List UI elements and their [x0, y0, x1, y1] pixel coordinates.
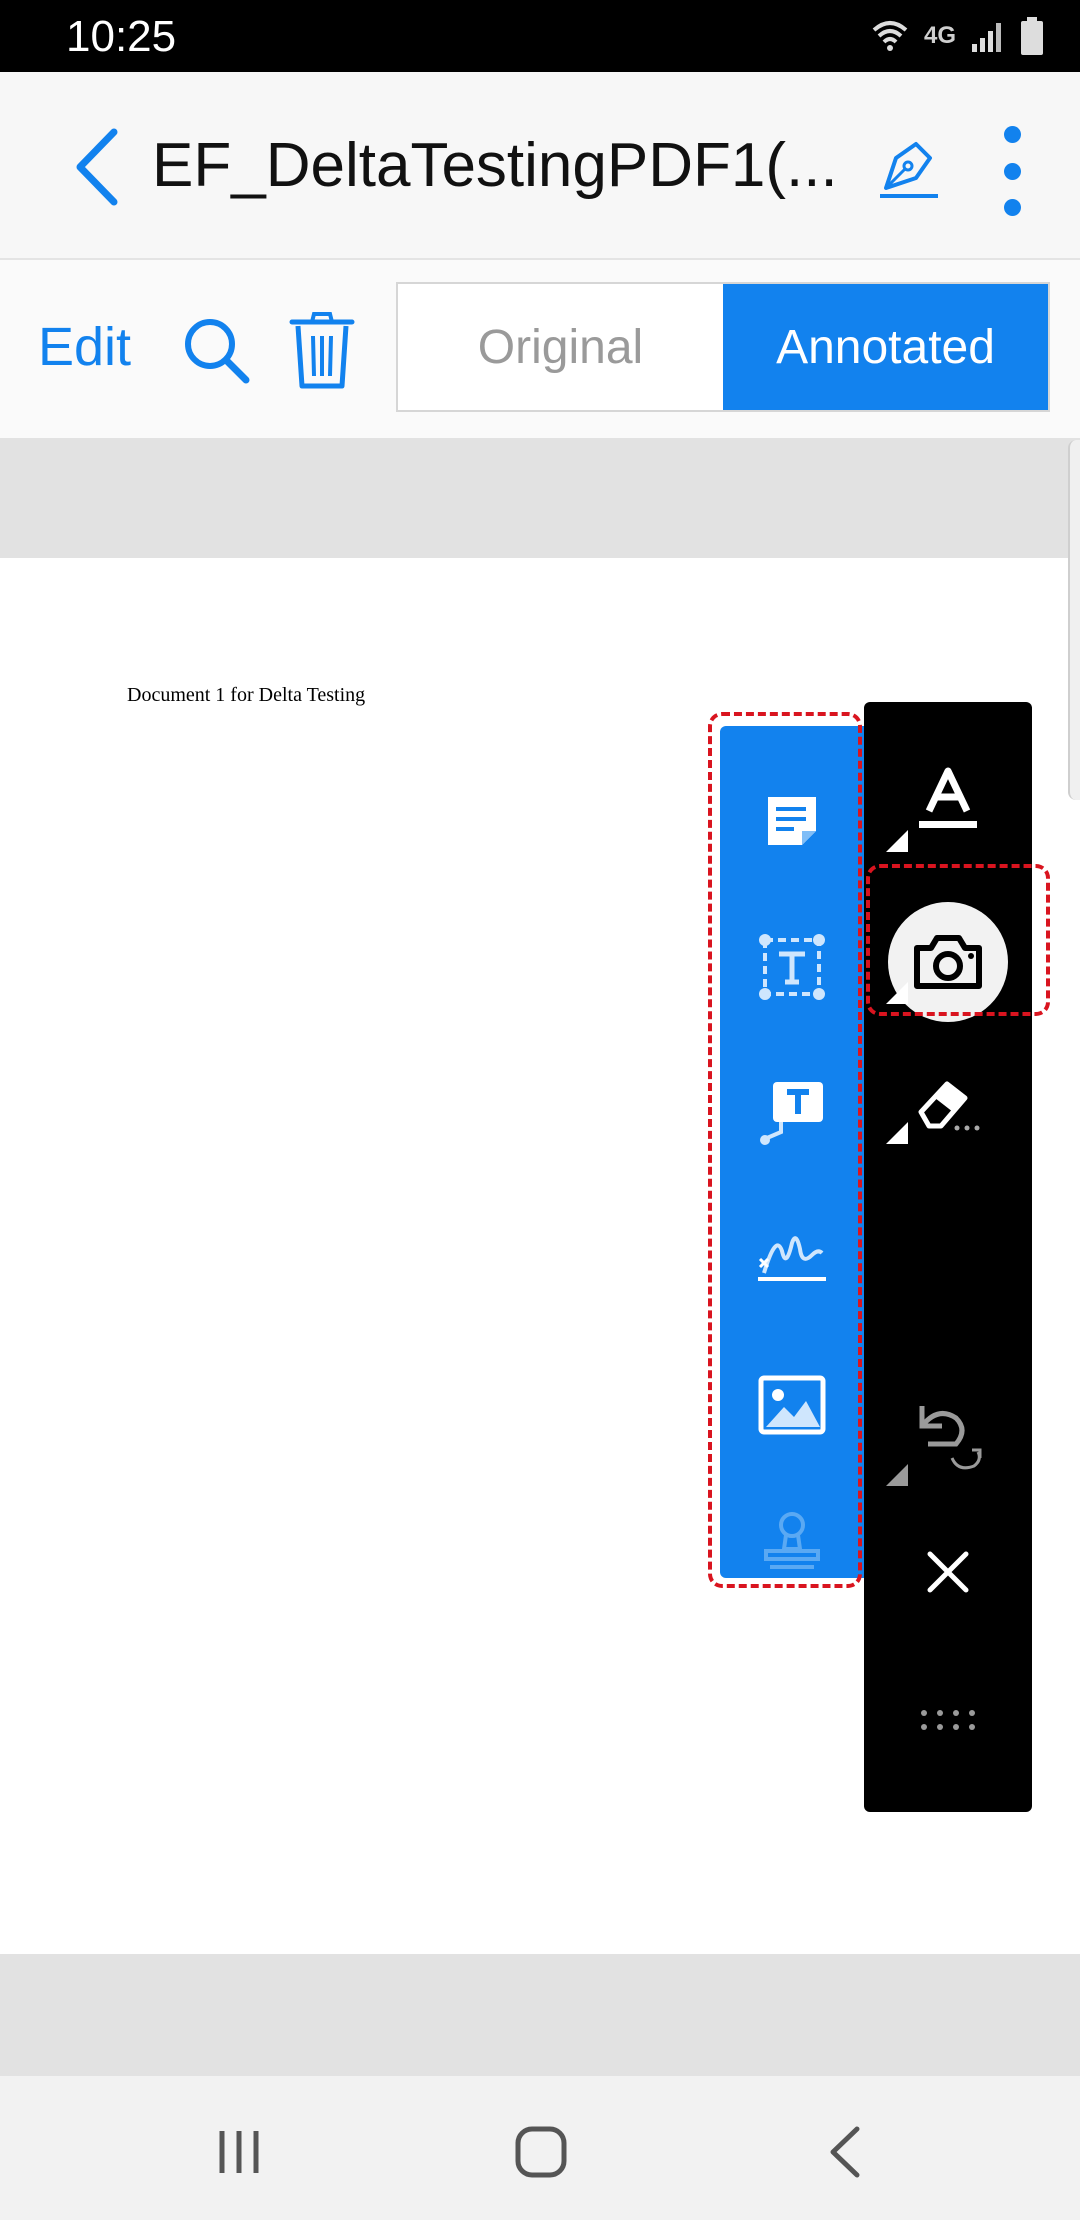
trash-icon — [289, 312, 355, 389]
page-gap-bottom — [0, 1954, 1080, 2076]
document-text: Document 1 for Delta Testing — [127, 684, 366, 706]
more-vertical-icon — [1003, 126, 1021, 143]
status-time: 10:25 — [66, 12, 177, 61]
drag-handle-icon — [921, 1710, 975, 1730]
segment-annotated[interactable]: Annotated — [723, 284, 1048, 410]
scrollbar-handle[interactable] — [1068, 440, 1080, 800]
close-tool[interactable] — [864, 1512, 1032, 1632]
annotation-tools-highlight — [708, 712, 862, 1588]
more-dot — [1003, 162, 1021, 180]
back-icon — [830, 2126, 860, 2178]
app-bar: EF_DeltaTestingPDF1(... — [0, 72, 1080, 260]
nav-back-button[interactable] — [800, 2112, 890, 2192]
more-options-button[interactable] — [990, 126, 1034, 216]
search-icon — [185, 319, 250, 384]
home-button[interactable] — [496, 2112, 586, 2192]
back-button[interactable] — [62, 122, 132, 212]
wifi-icon — [872, 21, 908, 51]
screen: 10:25 4G EF_DeltaTestingPDF1(... Edit Or… — [0, 0, 1080, 2220]
submenu-indicator — [886, 830, 908, 852]
sign-button[interactable] — [868, 126, 948, 206]
toolbar: Edit Original Annotated — [0, 260, 1080, 440]
battery-icon — [1021, 17, 1043, 55]
system-nav-bar — [0, 2076, 1080, 2220]
submenu-indicator — [886, 1464, 908, 1486]
page-gap-top — [0, 440, 1080, 558]
status-bar: 10:25 4G — [0, 0, 1080, 72]
network-type-label: 4G — [923, 22, 956, 49]
document-title: EF_DeltaTestingPDF1(... — [152, 131, 832, 200]
drag-handle[interactable] — [864, 1660, 1032, 1780]
undo-redo-icon — [919, 1406, 982, 1470]
more-dot — [1003, 199, 1021, 216]
edit-button[interactable]: Edit — [38, 314, 131, 380]
home-icon — [515, 2126, 567, 2178]
chevron-left-icon — [76, 128, 118, 206]
fountain-pen-icon — [880, 142, 938, 198]
submenu-indicator — [886, 1122, 908, 1144]
recent-apps-button[interactable] — [194, 2112, 284, 2192]
eraser-tool[interactable] — [864, 1044, 1032, 1164]
close-icon — [927, 1551, 969, 1593]
search-button[interactable] — [180, 314, 252, 386]
camera-tool-highlight — [866, 864, 1050, 1016]
view-mode-segmented-control: Original Annotated — [396, 282, 1050, 412]
status-icons: 4G — [870, 14, 1044, 58]
text-style-icon — [919, 767, 977, 828]
signal-icon — [972, 23, 1001, 52]
recent-apps-icon — [219, 2131, 259, 2173]
delete-button[interactable] — [288, 310, 356, 390]
eraser-icon — [918, 1081, 980, 1131]
segment-original[interactable]: Original — [398, 284, 723, 410]
